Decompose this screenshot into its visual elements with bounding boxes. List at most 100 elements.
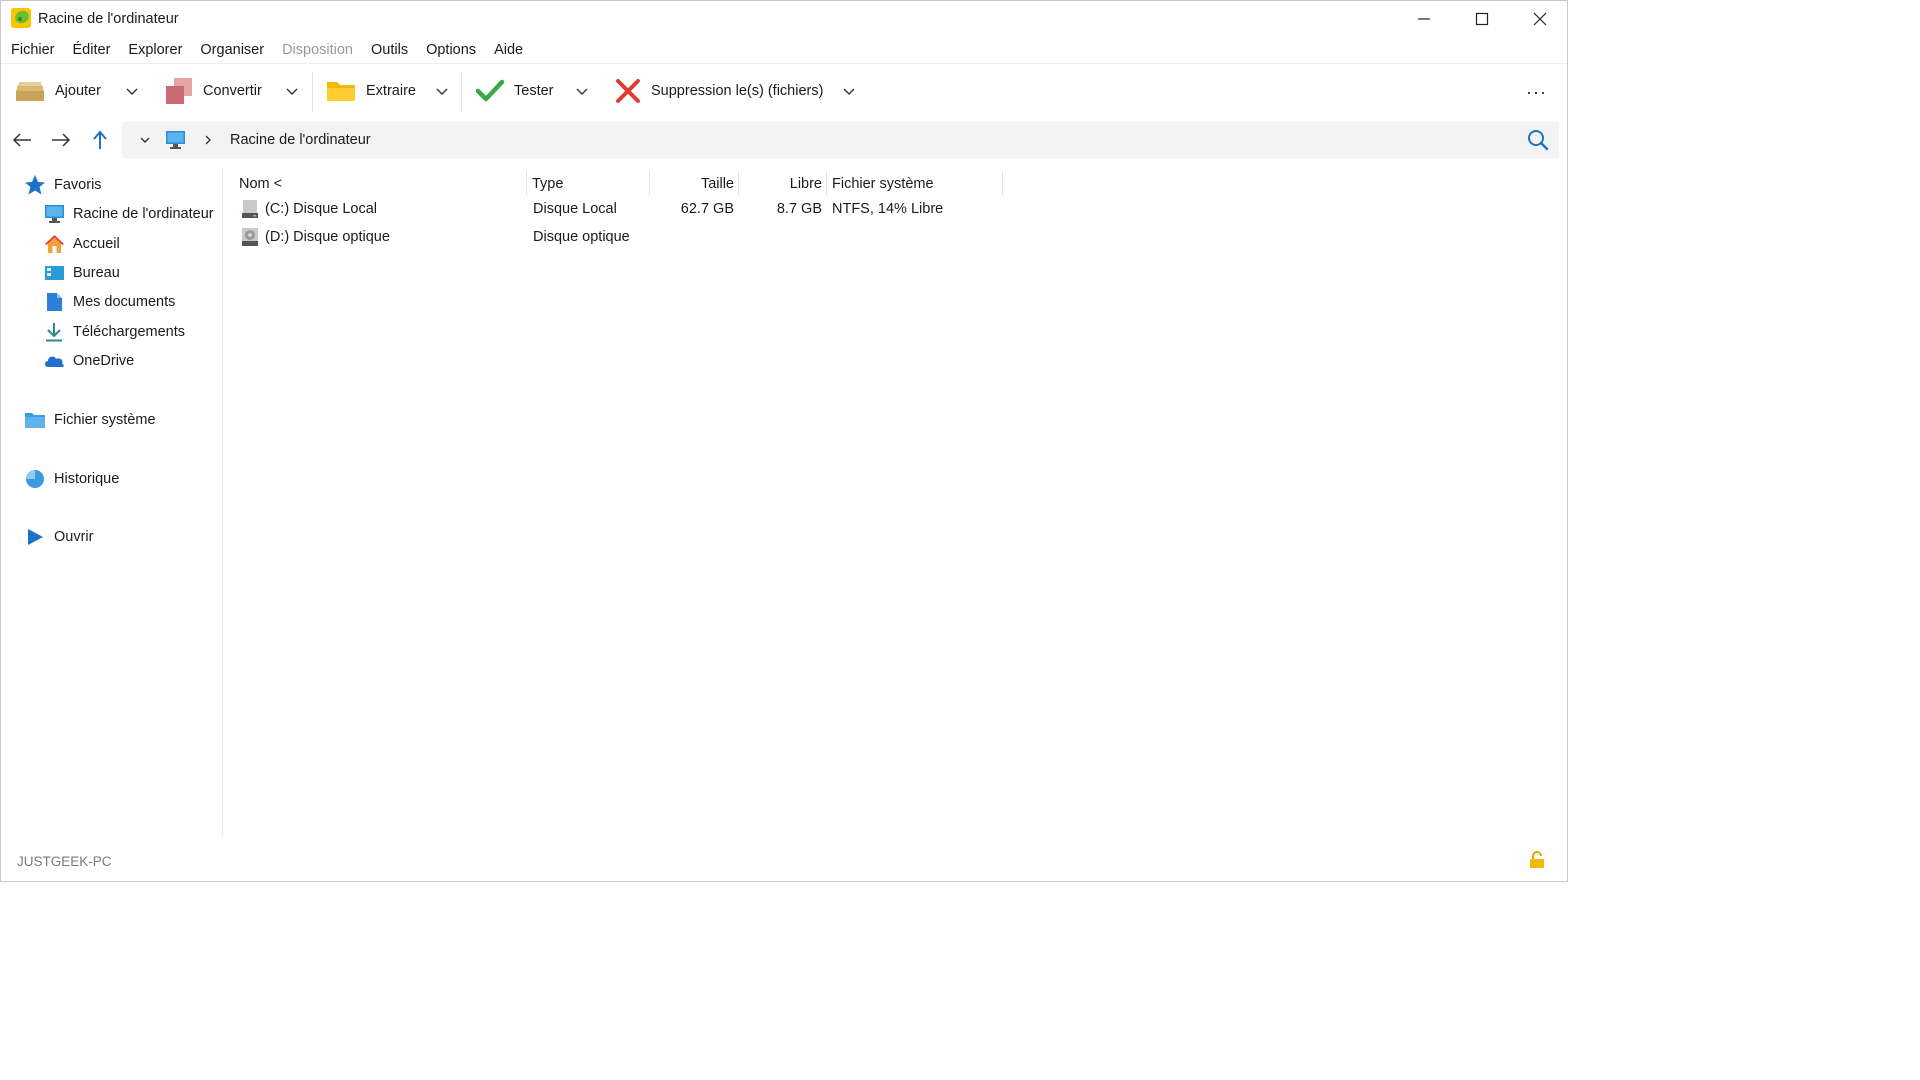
optical-drive-icon [242,228,258,246]
folder-icon [24,410,46,430]
menu-bar: Fichier Éditer Explorer Organiser Dispos… [1,38,531,62]
sidebar-open-label: Ouvrir [54,529,94,545]
sidebar-favorites-label: Favoris [54,177,102,193]
menu-explorer[interactable]: Explorer [118,38,190,62]
convert-dropdown-chevron-icon[interactable] [284,83,300,99]
row-name: (C:) Disque Local [265,201,378,217]
delete-dropdown-chevron-icon[interactable] [841,83,857,99]
column-divider[interactable] [738,171,739,195]
sidebar-history[interactable]: Historique [24,467,119,491]
table-row[interactable]: (C:) Disque Local Disque Local 62.7 GB 8… [224,196,1004,224]
test-button[interactable]: Tester [476,64,554,118]
toolbar-divider [312,72,313,112]
menu-editer[interactable]: Éditer [63,38,119,62]
play-icon [24,527,46,547]
sidebar-item-desktop[interactable]: Bureau [43,261,120,285]
add-button[interactable]: Ajouter [15,64,101,118]
arrow-up-icon [93,130,107,149]
hard-drive-icon [242,200,258,218]
menu-outils[interactable]: Outils [361,38,416,62]
history-icon [24,469,46,489]
arrow-left-icon [12,133,31,147]
window-title: Racine de l'ordinateur [38,11,179,27]
menu-organiser[interactable]: Organiser [190,38,272,62]
status-bar: JUSTGEEK-PC [1,845,1567,881]
archive-box-icon [16,82,44,101]
desktop-icon [43,263,65,283]
minimize-button[interactable] [1395,1,1453,37]
sidebar-open[interactable]: Ouvrir [24,525,93,549]
folder-icon [327,82,355,101]
test-label: Tester [514,83,554,99]
star-icon [24,175,46,195]
app-logo-icon [11,8,31,28]
column-divider[interactable] [1002,171,1003,195]
delete-x-icon [616,79,640,103]
address-bar[interactable]: Racine de l'ordinateur [122,121,1559,159]
convert-button[interactable]: Convertir [165,64,262,118]
close-button[interactable] [1511,1,1569,37]
computer-icon [43,204,65,224]
menu-aide[interactable]: Aide [484,38,531,62]
test-dropdown-chevron-icon[interactable] [574,83,590,99]
menu-disposition[interactable]: Disposition [272,38,361,62]
menu-options[interactable]: Options [416,38,484,62]
sidebar-filesystem[interactable]: Fichier système [24,408,156,432]
home-icon [43,234,65,254]
delete-button[interactable]: Suppression le(s) (fichiers) [615,64,823,118]
unlock-icon[interactable] [1529,851,1545,869]
menu-fichier[interactable]: Fichier [1,38,63,62]
minimize-icon [1418,18,1430,20]
history-dropdown-chevron-icon[interactable] [138,133,152,147]
download-icon [43,322,65,342]
row-name: (D:) Disque optique [265,229,390,245]
row-filesystem: NTFS, 14% Libre [832,201,944,217]
sidebar-history-label: Historique [54,471,120,487]
sidebar-item-label: Racine de l'ordinateur [73,206,214,222]
close-icon [1533,12,1547,26]
sidebar-item-label: Téléchargements [73,324,186,340]
documents-icon [43,292,65,312]
checkmark-icon [476,79,504,102]
convert-icon [166,78,192,104]
column-divider[interactable] [526,171,527,195]
breadcrumb-separator-icon[interactable] [202,133,214,147]
sidebar: Favoris Racine de l'ordinateur Accueil B… [1,169,223,837]
add-label: Ajouter [55,83,101,99]
sidebar-item-label: OneDrive [73,353,135,369]
forward-button[interactable] [49,128,73,152]
breadcrumb-path[interactable]: Racine de l'ordinateur [230,132,371,148]
cloud-icon [43,351,65,371]
title-bar: Racine de l'ordinateur [1,1,1567,37]
column-divider[interactable] [649,171,650,195]
sidebar-item-documents[interactable]: Mes documents [43,290,175,314]
row-type: Disque optique [533,229,630,245]
column-divider[interactable] [826,171,827,195]
search-icon[interactable] [1527,129,1549,151]
sidebar-filesystem-label: Fichier système [54,412,156,428]
row-size: 62.7 GB [680,201,734,217]
computer-name: JUSTGEEK-PC [17,854,112,869]
extract-dropdown-chevron-icon[interactable] [434,83,450,99]
extract-label: Extraire [366,83,416,99]
arrow-right-icon [52,133,71,147]
up-button[interactable] [88,128,112,152]
sidebar-item-label: Bureau [73,265,120,281]
more-options-button[interactable]: ··· [1526,82,1547,103]
toolbar: Ajouter Convertir Extraire Tester Suppre… [1,63,1567,117]
table-row[interactable]: (D:) Disque optique Disque optique [224,224,1004,252]
maximize-button[interactable] [1453,1,1511,37]
sidebar-item-downloads[interactable]: Téléchargements [43,320,185,344]
sidebar-item-onedrive[interactable]: OneDrive [43,349,134,373]
sidebar-item-computer[interactable]: Racine de l'ordinateur [43,202,214,226]
sidebar-item-label: Mes documents [73,294,176,310]
row-type: Disque Local [533,201,617,217]
add-dropdown-chevron-icon[interactable] [124,83,140,99]
extract-button[interactable]: Extraire [326,64,416,118]
sidebar-favorites[interactable]: Favoris [24,173,102,197]
maximize-icon [1475,12,1489,26]
back-button[interactable] [10,128,34,152]
sidebar-item-home[interactable]: Accueil [43,232,120,256]
computer-icon [166,131,185,149]
file-list: Nom < Type Taille Libre Fichier système … [224,169,1567,837]
